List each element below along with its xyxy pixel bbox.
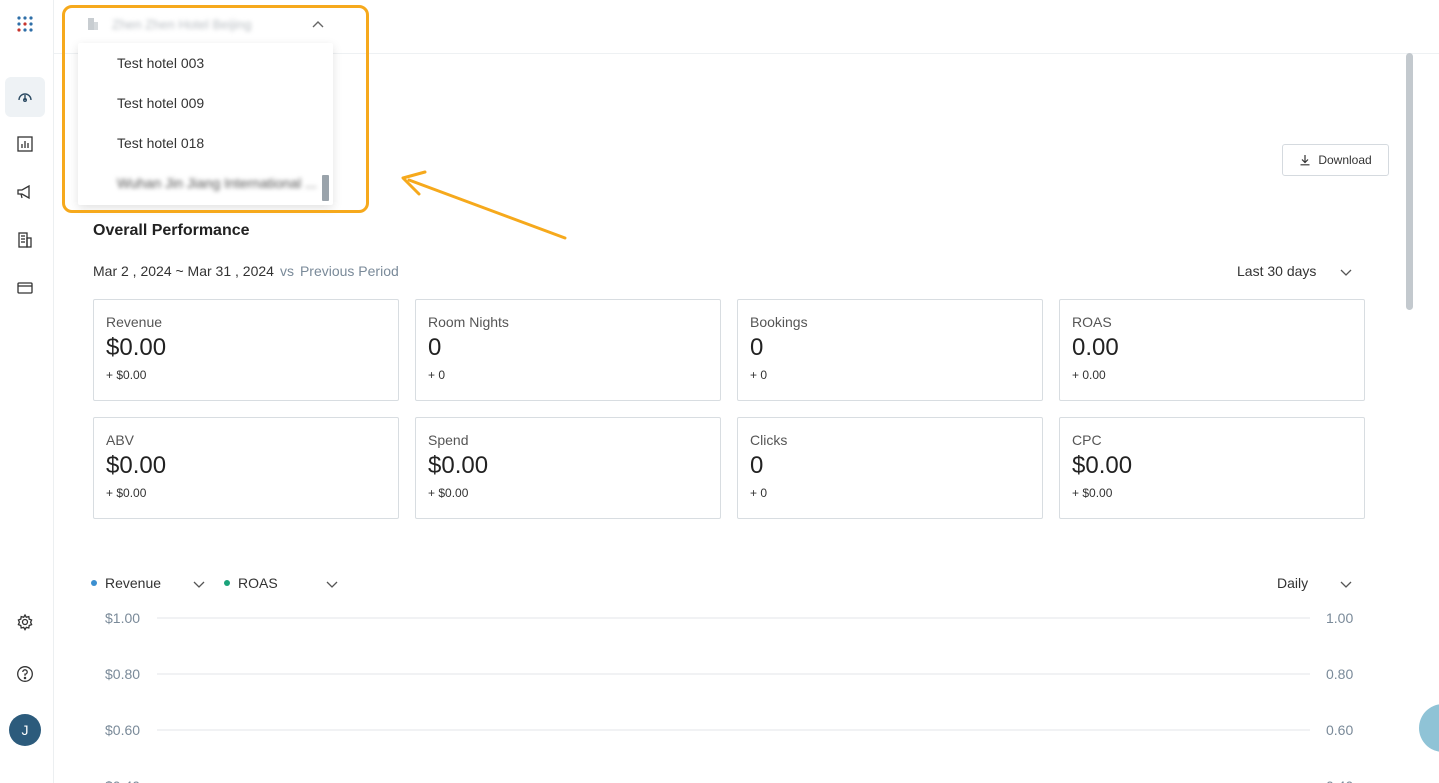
metric-delta: + 0 (428, 368, 446, 382)
building-icon[interactable] (5, 220, 45, 260)
metric-card-bookings: Bookings 0 + 0 (737, 299, 1043, 401)
chevron-down-icon[interactable] (1339, 265, 1353, 279)
y-tick-label-left: $0.80 (105, 666, 140, 682)
download-label: Download (1318, 153, 1372, 167)
page-scrollbar[interactable] (1406, 53, 1413, 310)
y-tick-label-left: $0.60 (105, 722, 140, 738)
date-range-row: Mar 2 , 2024 ~ Mar 31 , 2024 vs Previous… (93, 263, 399, 279)
gear-icon[interactable] (5, 602, 45, 642)
series2-label: ROAS (238, 575, 278, 591)
period-select[interactable]: Last 30 days (1237, 263, 1316, 279)
help-circle-icon[interactable] (5, 654, 45, 694)
metric-label: Room Nights (428, 314, 509, 330)
metric-label: ROAS (1072, 314, 1112, 330)
metric-delta: + 0 (750, 486, 768, 500)
metric-label: Revenue (106, 314, 163, 330)
chat-bubble[interactable] (1419, 704, 1439, 752)
chevron-down-icon[interactable] (325, 577, 339, 591)
download-button[interactable]: Download (1282, 144, 1389, 176)
metric-label: Bookings (750, 314, 808, 330)
series1-dot (91, 580, 97, 586)
highlight-annotation (62, 5, 369, 213)
y-tick-label-left: $0.40 (105, 778, 140, 783)
metric-label: Clicks (750, 432, 788, 448)
performance-chart: $1.00 1.00 $0.80 0.80 $0.60 0.60 $0.40 0.40 (105, 610, 1353, 783)
metric-delta: + 0.00 (1072, 368, 1106, 382)
metric-value: 0 (428, 334, 442, 361)
download-icon (1300, 155, 1310, 166)
metric-card-abv: ABV $0.00 + $0.00 (93, 417, 399, 519)
metric-card-spend: Spend $0.00 + $0.00 (415, 417, 721, 519)
metric-value: $0.00 (106, 452, 167, 479)
metric-card-room-nights: Room Nights 0 + 0 (415, 299, 721, 401)
metric-delta: + $0.00 (106, 368, 147, 382)
series2-select[interactable]: ROAS (224, 575, 278, 591)
series2-dot (224, 580, 230, 586)
metric-card-clicks: Clicks 0 + 0 (737, 417, 1043, 519)
dashboard-gauge-icon[interactable] (5, 77, 45, 117)
metric-value: $0.00 (428, 452, 489, 479)
metric-delta: + $0.00 (428, 486, 469, 500)
credit-card-icon[interactable] (5, 268, 45, 308)
chevron-down-icon[interactable] (1339, 577, 1353, 591)
section-title: Overall Performance (93, 222, 250, 239)
y-tick-label-right: 0.40 (1326, 778, 1353, 783)
apps-grid-icon[interactable] (5, 4, 45, 44)
megaphone-icon[interactable] (5, 172, 45, 212)
report-chart-icon[interactable] (5, 124, 45, 164)
date-range: Mar 2 , 2024 ~ Mar 31 , 2024 (93, 263, 274, 279)
metric-value: $0.00 (106, 334, 167, 361)
metric-delta: + $0.00 (106, 486, 147, 500)
sidebar: J (0, 0, 54, 783)
metric-value: $0.00 (1072, 452, 1133, 479)
series1-label: Revenue (105, 575, 162, 591)
metric-card-cpc: CPC $0.00 + $0.00 (1059, 417, 1365, 519)
metric-label: ABV (106, 432, 135, 448)
y-tick-label-right: 1.00 (1326, 610, 1353, 626)
metric-value: 0.00 (1072, 334, 1119, 361)
compare-period[interactable]: Previous Period (300, 263, 399, 279)
avatar[interactable]: J (9, 714, 41, 746)
vs-label: vs (279, 263, 294, 279)
metric-value: 0 (750, 334, 764, 361)
annotation-arrow (401, 170, 567, 240)
chevron-down-icon[interactable] (192, 577, 206, 591)
metric-label: CPC (1072, 432, 1102, 448)
metric-delta: + 0 (750, 368, 768, 382)
series1-select[interactable]: Revenue (91, 575, 161, 591)
metric-card-revenue: Revenue $0.00 + $0.00 (93, 299, 399, 401)
y-tick-label-right: 0.60 (1326, 722, 1353, 738)
metric-label: Spend (428, 432, 469, 448)
metric-card-roas: ROAS 0.00 + 0.00 (1059, 299, 1365, 401)
y-tick-label-right: 0.80 (1326, 666, 1353, 682)
y-tick-label-left: $1.00 (105, 610, 140, 626)
granularity-select[interactable]: Daily (1277, 575, 1308, 591)
metric-value: 0 (750, 452, 764, 479)
metric-delta: + $0.00 (1072, 486, 1113, 500)
